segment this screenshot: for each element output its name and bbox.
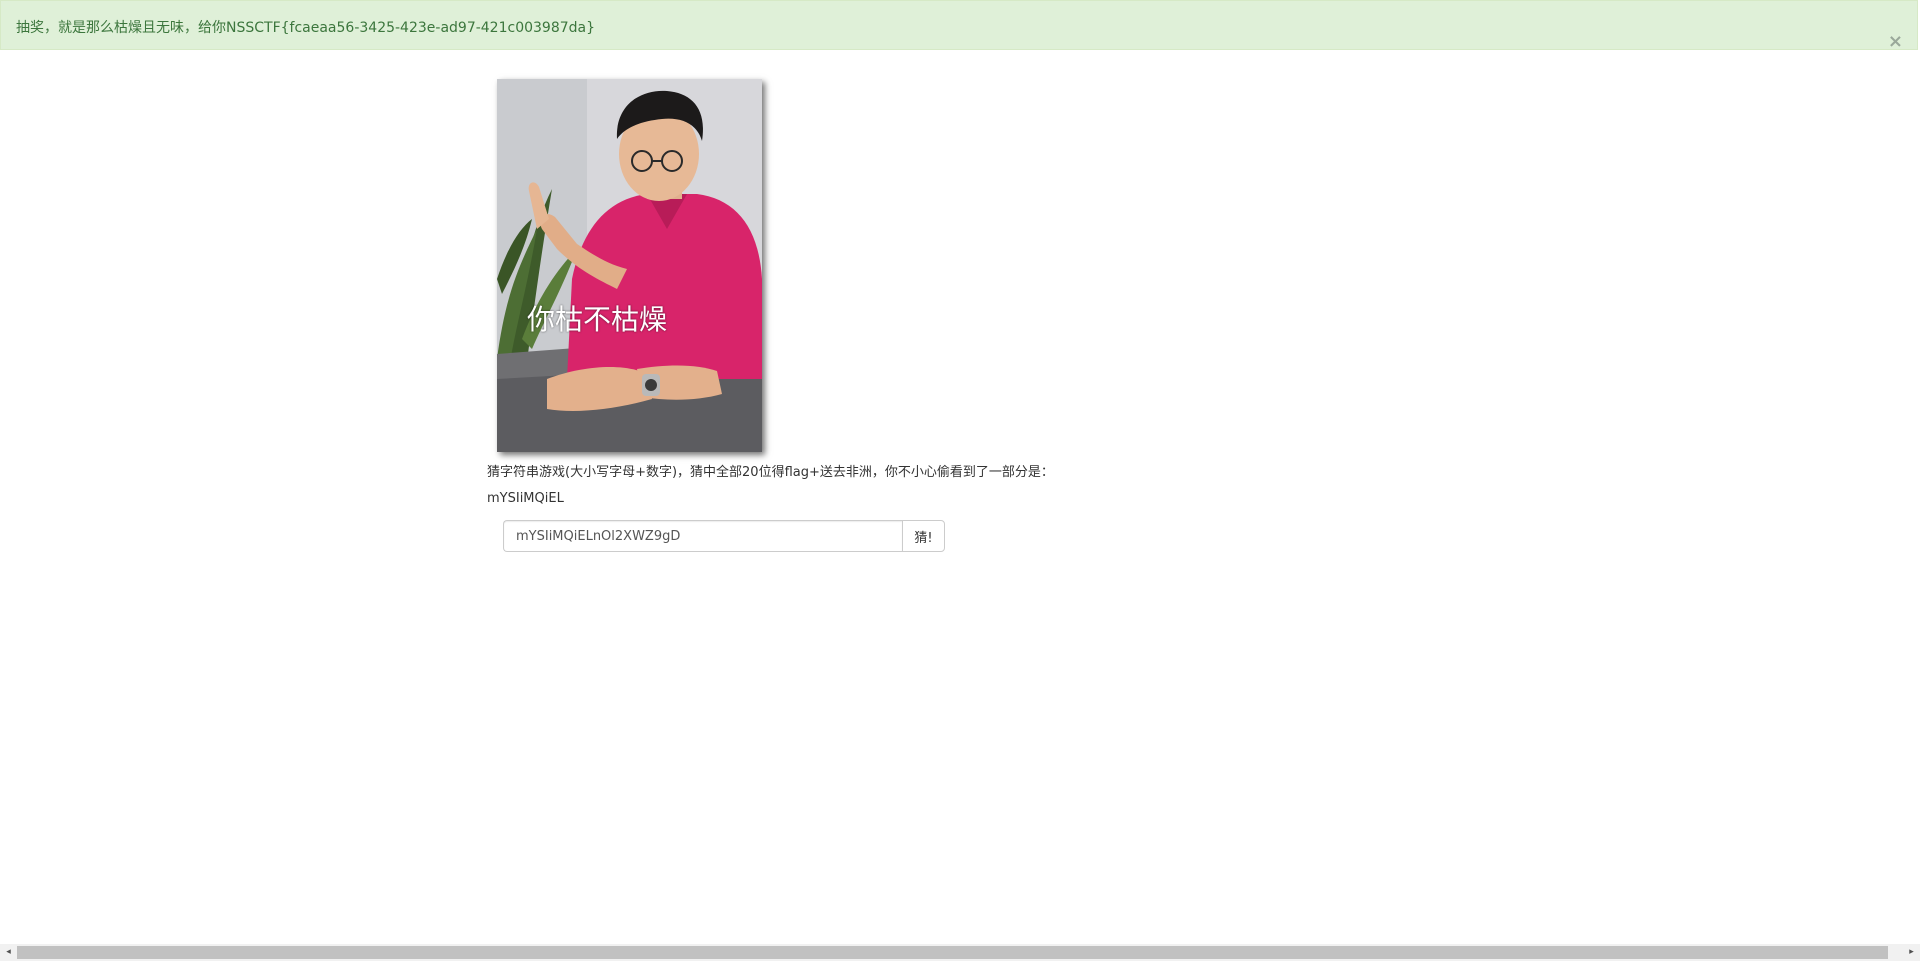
guess-button[interactable]: 猜!	[902, 520, 945, 552]
guess-input[interactable]	[503, 520, 902, 552]
meme-caption: 你枯不枯燥	[527, 303, 668, 336]
partial-answer: mYSIiMQiEL	[487, 491, 564, 506]
horizontal-scrollbar[interactable]: ◂ ▸	[0, 944, 1920, 961]
success-alert: 抽奖，就是那么枯燥且无味，给你NSSCTF{fcaeaa56-3425-423e…	[0, 0, 1918, 51]
scrollbar-thumb[interactable]	[17, 946, 1888, 959]
guess-form: 猜!	[503, 520, 945, 552]
meme-image: 你枯不枯燥	[497, 79, 762, 452]
close-icon[interactable]: ×	[1888, 33, 1903, 51]
scroll-right-arrow-icon[interactable]: ▸	[1903, 944, 1920, 961]
alert-message: 抽奖，就是那么枯燥且无味，给你NSSCTF{fcaeaa56-3425-423e…	[16, 20, 596, 36]
scroll-left-arrow-icon[interactable]: ◂	[0, 944, 17, 961]
game-instructions: 猜字符串游戏(大小写字母+数字)，猜中全部20位得flag+送去非洲，你不小心偷…	[487, 465, 1054, 480]
meme-photo	[497, 79, 762, 452]
